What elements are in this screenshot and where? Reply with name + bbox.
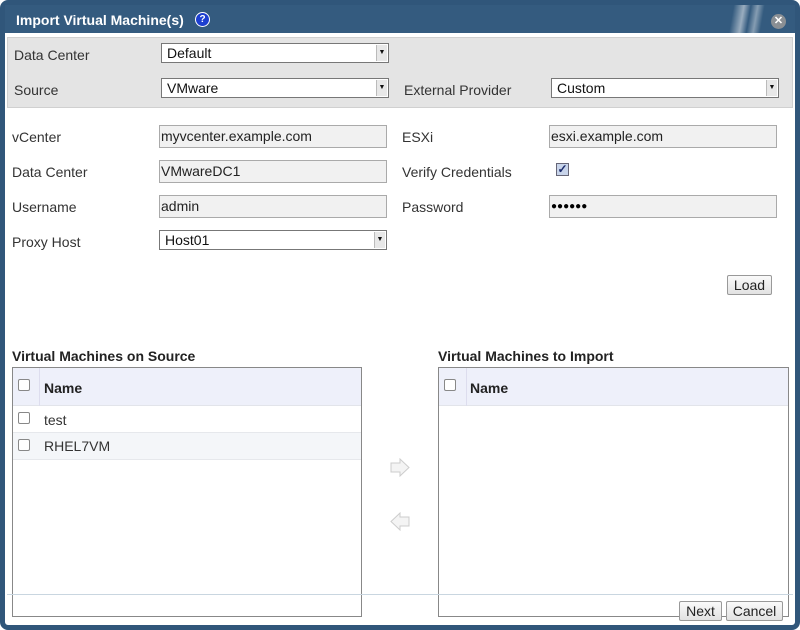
import-list-title: Virtual Machines to Import [438, 348, 614, 364]
proxy-host-select[interactable]: Host01 ▼ [159, 230, 387, 250]
external-provider-select[interactable]: Custom ▼ [551, 78, 779, 98]
table-row[interactable]: test [13, 406, 361, 433]
source-list-title: Virtual Machines on Source [12, 348, 196, 364]
row-checkbox[interactable] [18, 412, 30, 424]
verify-credentials-label: Verify Credentials [402, 164, 512, 180]
data-center-select[interactable]: Default ▼ [161, 43, 389, 63]
vmware-datacenter-label: Data Center [12, 164, 88, 180]
name-column-header[interactable]: Name [44, 380, 82, 396]
import-vm-table: Name [438, 367, 789, 617]
chevron-down-icon: ▼ [376, 45, 387, 61]
source-vm-table: Name test RHEL7VM [12, 367, 362, 617]
move-right-arrow-icon[interactable] [390, 458, 410, 477]
dialog-title: Import Virtual Machine(s) [16, 12, 184, 28]
load-button[interactable]: Load [727, 275, 772, 295]
proxy-host-value: Host01 [165, 232, 210, 248]
username-input[interactable]: admin [159, 195, 387, 218]
vmware-datacenter-input[interactable]: VMwareDC1 [159, 160, 387, 183]
name-column-header[interactable]: Name [470, 380, 508, 396]
data-center-label: Data Center [14, 47, 90, 63]
chevron-down-icon: ▼ [376, 80, 387, 96]
proxy-host-label: Proxy Host [12, 234, 81, 250]
chevron-down-icon: ▼ [374, 232, 385, 248]
vm-name: RHEL7VM [44, 438, 111, 454]
close-icon[interactable]: ✕ [771, 14, 786, 29]
password-label: Password [402, 199, 464, 215]
source-label: Source [14, 82, 59, 98]
external-provider-label: External Provider [404, 82, 512, 98]
chevron-down-icon: ▼ [766, 80, 777, 96]
table-header: Name [13, 368, 361, 406]
select-all-checkbox[interactable] [18, 379, 30, 391]
data-center-value: Default [167, 45, 212, 61]
move-left-arrow-icon[interactable] [390, 512, 410, 531]
password-input[interactable]: ●●●●●● [549, 195, 777, 218]
table-header: Name [439, 368, 788, 406]
column-divider [39, 368, 40, 406]
vcenter-input[interactable]: myvcenter.example.com [159, 125, 387, 148]
select-all-checkbox[interactable] [444, 379, 456, 391]
footer-divider [7, 594, 793, 595]
question-circle-icon[interactable]: ? [195, 12, 210, 27]
column-divider [466, 368, 467, 406]
cancel-button[interactable]: Cancel [726, 601, 783, 621]
table-row[interactable]: RHEL7VM [13, 433, 361, 460]
esxi-input[interactable]: esxi.example.com [549, 125, 777, 148]
external-provider-value: Custom [557, 80, 606, 96]
verify-credentials-checkbox[interactable]: ✓ [556, 163, 569, 176]
vm-name: test [44, 412, 67, 428]
source-select[interactable]: VMware ▼ [161, 78, 389, 98]
vcenter-label: vCenter [12, 129, 62, 145]
row-checkbox[interactable] [18, 439, 30, 451]
username-label: Username [12, 199, 77, 215]
esxi-label: ESXi [402, 129, 434, 145]
source-value: VMware [167, 80, 219, 96]
next-button[interactable]: Next [679, 601, 722, 621]
